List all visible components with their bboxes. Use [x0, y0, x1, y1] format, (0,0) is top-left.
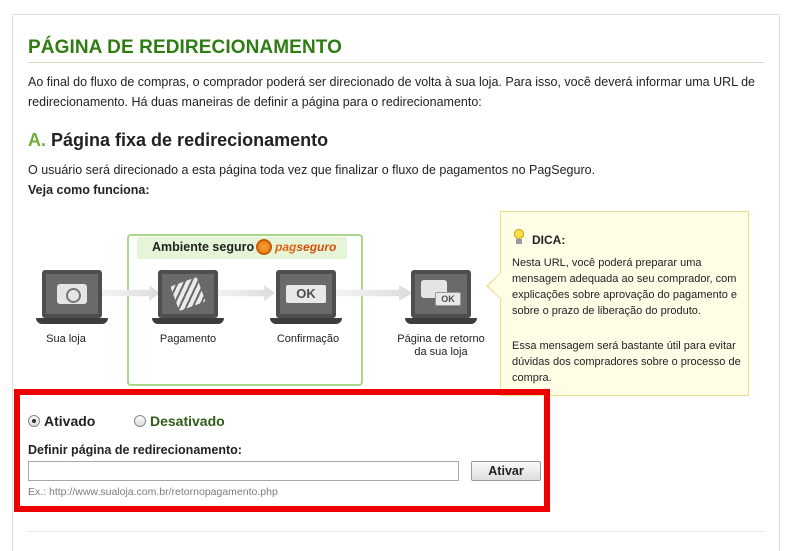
- how-it-works-label: Veja como funciona:: [28, 183, 150, 197]
- section-description: O usuário será direcionado a esta página…: [28, 163, 596, 177]
- radio-activated-circle[interactable]: [28, 415, 40, 427]
- ok-icon: OK: [286, 285, 326, 303]
- laptop-store-icon: [36, 270, 108, 326]
- step-label-return-page: Página de retorno da sua loja: [397, 333, 485, 358]
- tip-paragraph: Nesta URL, você poderá preparar uma mens…: [512, 257, 738, 317]
- tip-title: DICA:: [532, 233, 566, 247]
- secure-environment-label: Ambiente seguro: [152, 240, 255, 254]
- url-example-hint: Ex.: http://www.sualoja.com.br/retornopa…: [28, 486, 278, 498]
- redirect-url-label: Definir página de redirecionamento:: [28, 443, 242, 457]
- camera-icon: [57, 284, 87, 304]
- radio-activated-label[interactable]: Ativado: [44, 413, 95, 429]
- laptop-confirmation-icon: OK: [270, 270, 342, 326]
- pagseguro-coin-icon: [256, 239, 272, 255]
- step-label-confirmation: Confirmação: [276, 333, 340, 345]
- section-title-text: Página fixa de redirecionamento: [51, 130, 329, 150]
- step-label-payment: Pagamento: [159, 333, 217, 345]
- pagseguro-logo: pagseguro: [256, 238, 336, 256]
- tip-paragraph: Essa mensagem será bastante útil para ev…: [512, 340, 741, 384]
- tip-pointer-fill: [488, 273, 501, 299]
- radio-activated[interactable]: Ativado: [28, 413, 95, 429]
- redirect-url-input[interactable]: [28, 461, 459, 481]
- radio-deactivated-label[interactable]: Desativado: [150, 413, 225, 429]
- lightbulb-icon: [513, 229, 525, 245]
- intro-text: Ao final do fluxo de compras, o comprado…: [28, 75, 756, 109]
- activate-button[interactable]: Ativar: [471, 461, 541, 481]
- radio-deactivated-circle[interactable]: [134, 415, 146, 427]
- page-title: PÁGINA DE REDIRECIONAMENTO: [28, 37, 343, 58]
- step-label-store: Sua loja: [46, 333, 86, 345]
- radio-deactivated[interactable]: Desativado: [134, 413, 225, 429]
- section-title: A. Página fixa de redirecionamento: [28, 130, 328, 151]
- section-letter: A.: [28, 130, 46, 150]
- bottom-divider: [28, 531, 764, 532]
- ok-badge-icon: OK: [435, 292, 461, 306]
- laptop-payment-icon: [152, 270, 224, 326]
- pagseguro-logo-text: pagseguro: [275, 240, 337, 254]
- title-divider: [28, 62, 764, 63]
- laptop-return-page-icon: OK: [405, 270, 477, 326]
